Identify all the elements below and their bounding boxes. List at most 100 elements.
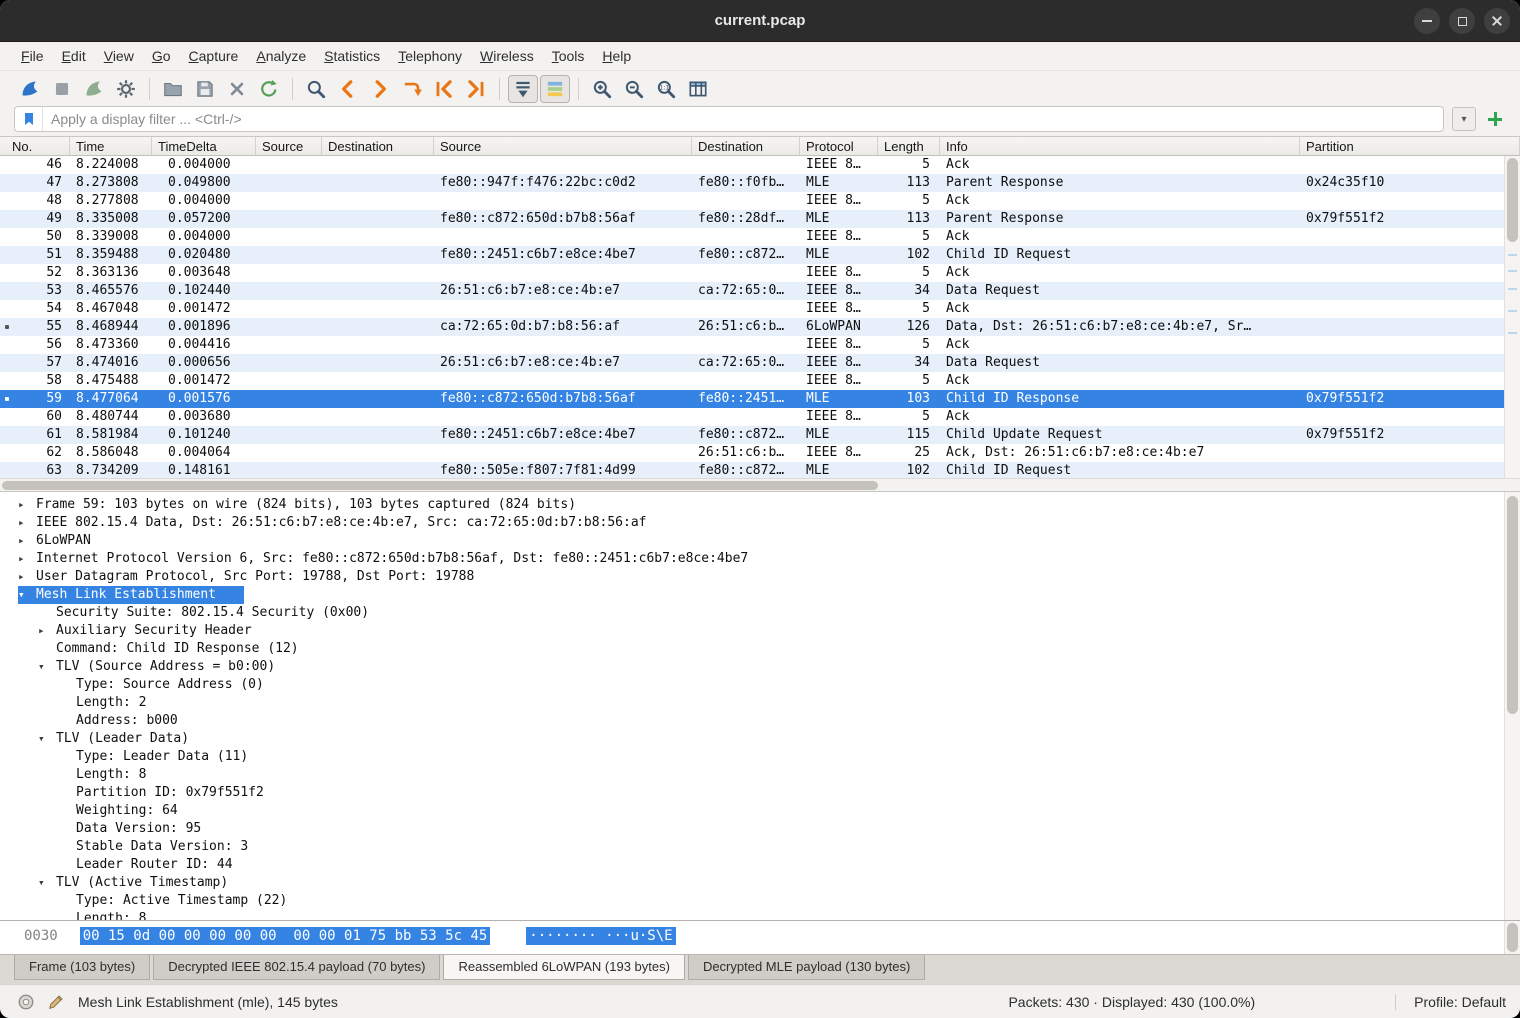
zoom-in-icon[interactable] [587, 75, 617, 103]
packet-list-hscrollbar[interactable] [0, 478, 1520, 492]
detail-row[interactable]: ▸Auxiliary Security Header [0, 622, 1520, 640]
packet-row-50[interactable]: 508.3390080.004000IEEE 8…5Ack [0, 228, 1520, 246]
scrollbar-thumb[interactable] [2, 481, 878, 490]
scrollbar-thumb[interactable] [1507, 158, 1518, 242]
packet-row-62[interactable]: 628.5860480.00406426:51:c6:b…IEEE 8…25Ac… [0, 444, 1520, 462]
expand-arrow-icon[interactable]: ▸ [38, 622, 56, 640]
detail-row[interactable]: ▸6LoWPAN [0, 532, 1520, 550]
bytes-scrollbar[interactable] [1504, 921, 1520, 954]
go-last-packet-icon[interactable] [461, 75, 491, 103]
go-previous-packet-icon[interactable] [333, 75, 363, 103]
column-header-time-1[interactable]: Time [70, 137, 152, 155]
detail-row[interactable]: Address: b000 [0, 712, 1520, 730]
menu-go[interactable]: Go [143, 45, 180, 67]
auto-scroll-icon[interactable] [508, 75, 538, 103]
menu-analyze[interactable]: Analyze [247, 45, 315, 67]
packet-row-57[interactable]: 578.4740160.00065626:51:c6:b7:e8:ce:4b:e… [0, 354, 1520, 372]
find-packet-icon[interactable] [301, 75, 331, 103]
close-icon[interactable] [1484, 8, 1510, 34]
collapse-arrow-icon[interactable]: ▾ [38, 730, 56, 748]
go-next-packet-icon[interactable] [365, 75, 395, 103]
packet-row-60[interactable]: 608.4807440.003680IEEE 8…5Ack [0, 408, 1520, 426]
detail-row[interactable]: ▸User Datagram Protocol, Src Port: 19788… [0, 568, 1520, 586]
column-header-info-9[interactable]: Info [940, 137, 1300, 155]
detail-row[interactable]: Data Version: 95 [0, 820, 1520, 838]
scrollbar-thumb[interactable] [1507, 923, 1518, 952]
expand-arrow-icon[interactable]: ▸ [18, 550, 36, 568]
detail-row[interactable]: Leader Router ID: 44 [0, 856, 1520, 874]
menu-statistics[interactable]: Statistics [315, 45, 389, 67]
column-header-destination-6[interactable]: Destination [692, 137, 800, 155]
collapse-arrow-icon[interactable]: ▾ [38, 874, 56, 892]
expert-info-icon[interactable] [14, 990, 38, 1014]
restart-capture-icon[interactable] [79, 75, 109, 103]
packet-row-61[interactable]: 618.5819840.101240fe80::2451:c6b7:e8ce:4… [0, 426, 1520, 444]
open-file-icon[interactable] [158, 75, 188, 103]
detail-row[interactable]: Length: 8 [0, 910, 1520, 920]
colorize-packets-icon[interactable] [540, 75, 570, 103]
menu-wireless[interactable]: Wireless [471, 45, 543, 67]
expand-arrow-icon[interactable]: ▸ [18, 532, 36, 550]
menu-tools[interactable]: Tools [543, 45, 594, 67]
status-profile[interactable]: Profile: Default [1395, 994, 1506, 1010]
close-file-icon[interactable] [222, 75, 252, 103]
display-filter-input[interactable]: Apply a display filter ... <Ctrl-/> [14, 106, 1444, 132]
collapse-arrow-icon[interactable]: ▾ [38, 658, 56, 676]
detail-row[interactable]: Stable Data Version: 3 [0, 838, 1520, 856]
go-first-packet-icon[interactable] [429, 75, 459, 103]
detail-row[interactable]: ▾Mesh Link Establishment [0, 586, 1520, 604]
packet-row-56[interactable]: 568.4733600.004416IEEE 8…5Ack [0, 336, 1520, 354]
hex-line[interactable]: 003000 15 0d 00 00 00 00 00 00 00 01 75 … [0, 921, 1520, 944]
packet-row-55[interactable]: 558.4689440.001896ca:72:65:0d:b7:b8:56:a… [0, 318, 1520, 336]
detail-row[interactable]: ▾TLV (Source Address = b0:00) [0, 658, 1520, 676]
maximize-icon[interactable] [1449, 8, 1475, 34]
menu-file[interactable]: File [12, 45, 53, 67]
detail-row[interactable]: Partition ID: 0x79f551f2 [0, 784, 1520, 802]
column-header-source-3[interactable]: Source [256, 137, 322, 155]
detail-row[interactable]: Type: Source Address (0) [0, 676, 1520, 694]
hex-bytes-selected[interactable]: 00 15 0d 00 00 00 00 00 00 00 01 75 bb 5… [80, 927, 491, 945]
tab-decrypted-mle-payload-130-bytes[interactable]: Decrypted MLE payload (130 bytes) [688, 955, 925, 980]
menu-telephony[interactable]: Telephony [389, 45, 471, 67]
zoom-out-icon[interactable] [619, 75, 649, 103]
collapse-arrow-icon[interactable]: ▾ [18, 586, 36, 604]
hex-ascii-selected[interactable]: ········ ···u·S\E [526, 927, 675, 945]
filter-dropdown-icon[interactable]: ▾ [1452, 107, 1476, 131]
column-header-protocol-7[interactable]: Protocol [800, 137, 878, 155]
menu-capture[interactable]: Capture [180, 45, 248, 67]
capture-comment-icon[interactable] [44, 990, 68, 1014]
stop-capture-icon[interactable] [47, 75, 77, 103]
menu-edit[interactable]: Edit [53, 45, 95, 67]
details-scrollbar[interactable] [1504, 492, 1520, 920]
detail-row[interactable]: ▾TLV (Active Timestamp) [0, 874, 1520, 892]
packet-row-59[interactable]: 598.4770640.001576fe80::c872:650d:b7b8:5… [0, 390, 1520, 408]
packet-row-48[interactable]: 488.2778080.004000IEEE 8…5Ack [0, 192, 1520, 210]
packet-row-58[interactable]: 588.4754880.001472IEEE 8…5Ack [0, 372, 1520, 390]
save-file-icon[interactable] [190, 75, 220, 103]
detail-row[interactable]: ▸IEEE 802.15.4 Data, Dst: 26:51:c6:b7:e8… [0, 514, 1520, 532]
tab-decrypted-ieee-802-15-4-payload-70-bytes[interactable]: Decrypted IEEE 802.15.4 payload (70 byte… [153, 955, 440, 980]
go-to-packet-icon[interactable] [397, 75, 427, 103]
detail-row[interactable]: Command: Child ID Response (12) [0, 640, 1520, 658]
detail-row[interactable]: Security Suite: 802.15.4 Security (0x00) [0, 604, 1520, 622]
reload-file-icon[interactable] [254, 75, 284, 103]
column-header-partition-10[interactable]: Partition [1300, 137, 1520, 155]
packet-list-scrollbar[interactable] [1504, 156, 1520, 478]
detail-row[interactable]: Type: Leader Data (11) [0, 748, 1520, 766]
menu-help[interactable]: Help [593, 45, 640, 67]
capture-options-icon[interactable] [111, 75, 141, 103]
menu-view[interactable]: View [95, 45, 143, 67]
detail-row[interactable]: Weighting: 64 [0, 802, 1520, 820]
packet-row-53[interactable]: 538.4655760.10244026:51:c6:b7:e8:ce:4b:e… [0, 282, 1520, 300]
column-header-length-8[interactable]: Length [878, 137, 940, 155]
packet-row-46[interactable]: 468.2240080.004000IEEE 8…5Ack [0, 156, 1520, 174]
detail-row[interactable]: ▾TLV (Leader Data) [0, 730, 1520, 748]
tab-reassembled-6lowpan-193-bytes[interactable]: Reassembled 6LoWPAN (193 bytes) [443, 955, 684, 980]
add-filter-button-icon[interactable] [1484, 108, 1506, 130]
column-header-source-5[interactable]: Source [434, 137, 692, 155]
column-header-no-0[interactable]: No. [0, 137, 70, 155]
wireshark-start-icon[interactable] [15, 75, 45, 103]
minimize-icon[interactable] [1414, 8, 1440, 34]
detail-row[interactable]: Length: 8 [0, 766, 1520, 784]
detail-row[interactable]: ▸Internet Protocol Version 6, Src: fe80:… [0, 550, 1520, 568]
